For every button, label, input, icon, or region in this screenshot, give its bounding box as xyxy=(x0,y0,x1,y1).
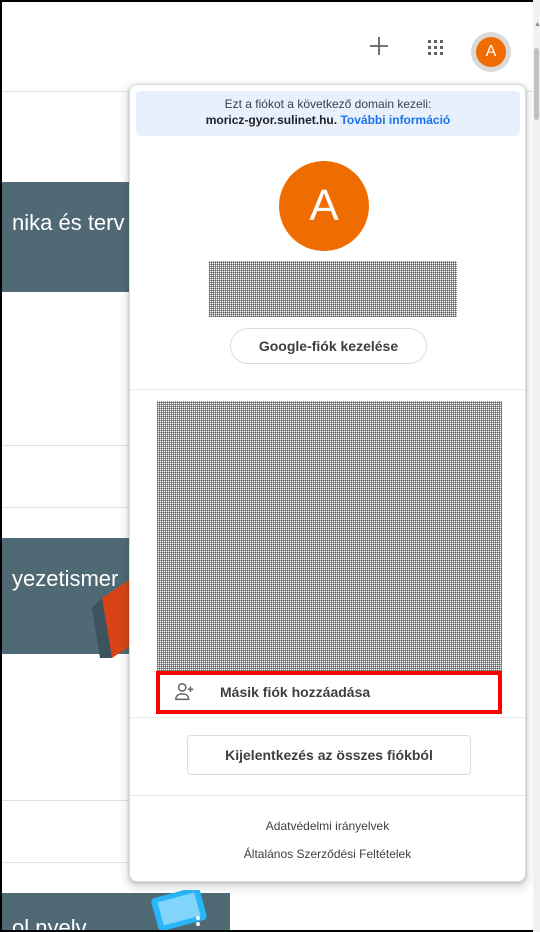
terms-of-service-link[interactable]: Általános Szerződési Feltételek xyxy=(130,847,525,861)
class-card[interactable]: nika és terv xyxy=(2,92,137,446)
domain-name: moricz-gyor.sulinet.hu. xyxy=(205,113,338,127)
profile-avatar[interactable]: A xyxy=(279,161,369,251)
phone-illustration-icon xyxy=(151,890,207,930)
apps-grid-icon[interactable] xyxy=(425,37,445,57)
class-card[interactable]: yezetismer xyxy=(2,508,137,801)
class-title: nika és terv xyxy=(12,210,125,235)
avatar-letter: A xyxy=(476,37,506,67)
app-frame: A nika és terv yezetismer ol nyelv Ezt a… xyxy=(0,0,533,932)
scroll-up-arrow-icon[interactable]: ▲ xyxy=(534,20,540,30)
highlight-annotation xyxy=(156,671,502,714)
scrollbar[interactable] xyxy=(533,0,540,932)
divider xyxy=(130,795,525,796)
privacy-policy-link[interactable]: Adatvédelmi irányelvek xyxy=(130,819,525,833)
account-menu-panel: Ezt a fiókot a következő domain kezeli: … xyxy=(129,84,526,882)
divider xyxy=(130,389,525,390)
plus-icon[interactable] xyxy=(367,34,391,58)
class-card[interactable] xyxy=(2,801,137,863)
class-banner: ol nyelv xyxy=(2,890,230,932)
account-avatar-button[interactable]: A xyxy=(471,32,511,72)
more-info-link[interactable]: További információ xyxy=(340,113,450,127)
class-banner: yezetismer xyxy=(2,538,137,658)
top-bar: A xyxy=(2,2,533,92)
class-title: ol nyelv xyxy=(12,915,87,932)
redacted-account-name xyxy=(209,261,457,317)
divider xyxy=(130,717,525,718)
sign-out-all-button[interactable]: Kijelentkezés az összes fiókból xyxy=(187,735,471,775)
redacted-account-list xyxy=(157,401,502,671)
domain-note-text: Ezt a fiókot a következő domain kezeli: xyxy=(224,97,432,111)
managed-domain-notice: Ezt a fiókot a következő domain kezeli: … xyxy=(136,91,520,136)
scrollbar-thumb[interactable] xyxy=(534,48,539,120)
manage-google-account-button[interactable]: Google-fiók kezelése xyxy=(230,328,427,364)
class-card[interactable] xyxy=(2,446,137,508)
class-banner: nika és terv xyxy=(2,182,137,292)
